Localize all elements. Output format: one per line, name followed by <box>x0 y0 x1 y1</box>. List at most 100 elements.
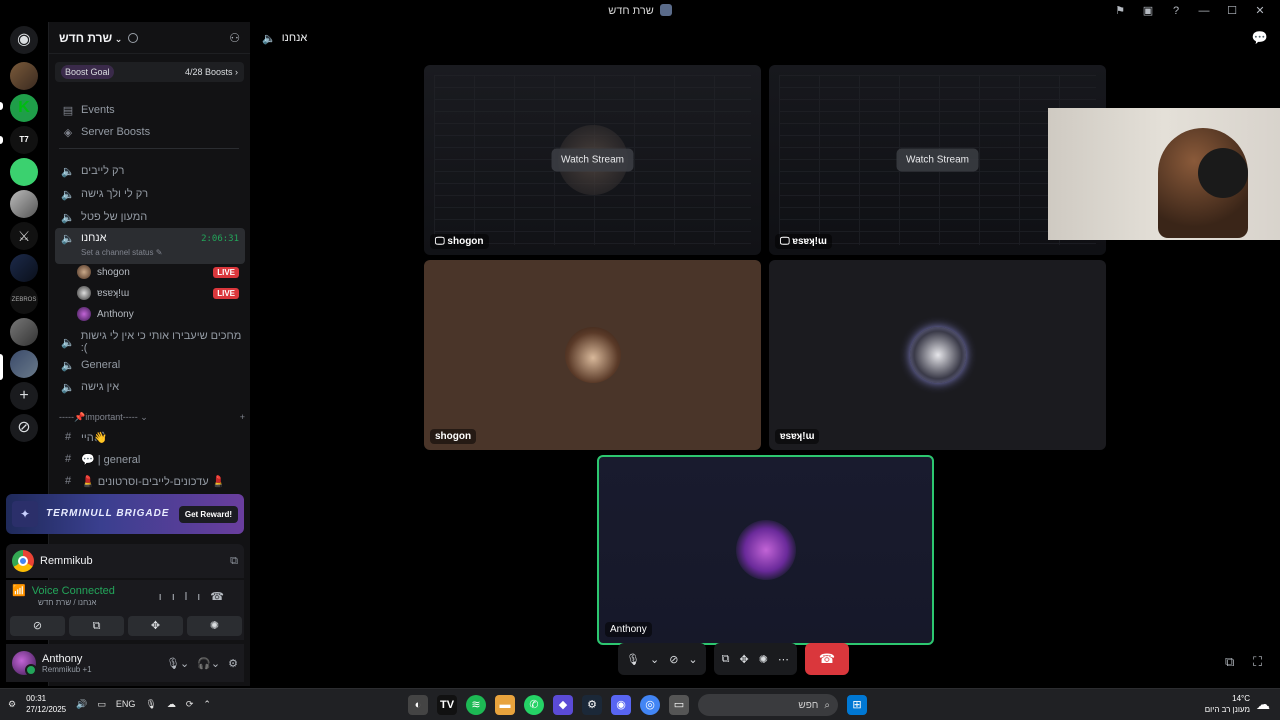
category-name: -----📌important----- ⌄ <box>59 412 148 422</box>
server-icon-sword[interactable]: ⚔ <box>10 222 38 250</box>
text-channel-1[interactable]: # 💬 | general <box>55 449 245 469</box>
user-tile-anthony[interactable]: Anthony <box>597 455 934 645</box>
camera-toggle-button[interactable]: ⊘ <box>10 616 65 636</box>
soundboard-button[interactable]: ✺ <box>187 616 242 636</box>
chevron-down-icon[interactable]: ⌄ <box>650 653 659 666</box>
cloud-tray-icon[interactable]: ☁ <box>167 699 176 710</box>
inbox-icon[interactable]: ▣ <box>1136 3 1160 19</box>
taskbar-app-icon[interactable]: ◐ <box>408 695 428 715</box>
more-icon[interactable]: ⋯ <box>778 653 789 666</box>
voice-channel-active[interactable]: 🔈 אנחנו 2:06:31 Set a channel status ✎ <box>55 228 245 264</box>
sync-tray-icon[interactable]: ⟳ <box>186 699 194 710</box>
server-icon-photo[interactable] <box>10 318 38 346</box>
chrome-taskbar-icon[interactable]: ◎ <box>640 695 660 715</box>
voice-channel-2[interactable]: 🔈 המעון של פטל <box>55 207 245 227</box>
server-icon-k[interactable]: K <box>10 94 38 122</box>
steam-icon[interactable]: ⚙ <box>582 695 602 715</box>
discord-home-icon[interactable]: ◉ <box>10 26 38 54</box>
add-server-icon[interactable]: + <box>10 382 38 410</box>
voice-channel-5[interactable]: 🔈 General <box>55 355 245 375</box>
channel-status[interactable]: Set a channel status ✎ <box>81 248 162 257</box>
disconnect-icon[interactable]: ☎ <box>210 591 234 603</box>
chat-bubble-icon[interactable]: 💬 <box>1252 30 1268 46</box>
voice-channel-0[interactable]: 🔈 רק לייבים <box>55 161 245 181</box>
share-screen-icon[interactable]: ⧉ <box>722 653 730 666</box>
promo-banner[interactable]: ✦ TERMINULL BRIGADE Get Reward! <box>6 494 244 534</box>
voice-member[interactable]: ɐsɐʞ!ɯ LIVE <box>77 284 245 302</box>
server-icon[interactable] <box>10 62 38 90</box>
server-icon-blue[interactable] <box>10 254 38 282</box>
voice-member[interactable]: shogon LIVE <box>77 263 245 281</box>
user-tile-emisa[interactable]: ɐsɐʞ!ɯ <box>769 260 1106 450</box>
headphones-icon[interactable]: 🎧⌄ <box>197 657 220 670</box>
discover-icon[interactable]: ⊘ <box>10 414 38 442</box>
server-icon-green[interactable] <box>10 158 38 186</box>
windows-start-icon[interactable]: ⊞ <box>847 695 867 715</box>
share-screen-button[interactable]: ⧉ <box>69 616 124 636</box>
voice-channel-6[interactable]: 🔈 אין גישה <box>55 377 245 397</box>
server-icon-text[interactable]: ZEBROS <box>10 286 38 314</box>
text-channel-0[interactable]: # היי👋 <box>55 427 245 447</box>
settings-tray-icon[interactable]: ⚙ <box>8 699 16 710</box>
server-icon-active[interactable] <box>10 350 38 378</box>
activities-icon[interactable]: ✥ <box>739 653 748 666</box>
microphone-icon[interactable]: 🎙 <box>626 653 640 666</box>
watch-stream-button[interactable]: Watch Stream <box>896 148 979 172</box>
voice-status-text: Voice Connected <box>31 584 115 597</box>
add-member-icon[interactable]: ⚇ <box>229 31 240 45</box>
file-explorer-icon[interactable]: ▬ <box>495 695 515 715</box>
brand-logo-icon: ✦ <box>12 501 38 527</box>
avatar[interactable] <box>12 651 37 676</box>
server-header[interactable]: שרת חדש ⌄ ⚇ <box>49 22 250 54</box>
user-name: Anthony <box>42 652 83 665</box>
maximize-button[interactable]: ☐ <box>1220 3 1244 19</box>
spotify-icon[interactable]: ≋ <box>466 695 486 715</box>
close-button[interactable]: ✕ <box>1248 3 1272 19</box>
help-icon[interactable]: ? <box>1164 3 1188 19</box>
events-link[interactable]: ▤ Events <box>55 100 245 120</box>
inbox-flag-icon[interactable]: ⚑ <box>1108 3 1132 19</box>
server-boosts-link[interactable]: ◈ Server Boosts <box>55 122 245 142</box>
watch-stream-button[interactable]: Watch Stream <box>551 148 634 172</box>
user-tile-shogon[interactable]: shogon <box>424 260 761 450</box>
soundboard-icon[interactable]: ✺ <box>759 653 768 666</box>
voice-channel-1[interactable]: 🔈 רק לי ולך גישה <box>55 184 245 204</box>
hang-up-button[interactable]: ☎ <box>804 643 849 675</box>
text-channel-2[interactable]: # 💄 עדכונים-לייבים-וסרטונים 💄 <box>55 471 245 491</box>
stream-tile-shogon[interactable]: Watch Stream 🖵 shogon <box>424 65 761 255</box>
noise-suppression-icon[interactable]: ıılı <box>159 591 211 603</box>
voice-channel-4[interactable]: 🔈 מחכים שיעבירו אותי כי אין לי גישות :( <box>55 330 245 354</box>
chevron-up-icon[interactable]: ⌃ <box>203 699 211 710</box>
boost-goal-bar[interactable]: Boost Goal 4/28 Boosts › <box>55 62 244 82</box>
user-activity: Remmikub +1 <box>42 664 92 674</box>
server-icon-israel[interactable]: T7 <box>10 126 38 154</box>
camera-off-icon[interactable]: ⊘ <box>669 653 678 666</box>
taskbar-search[interactable]: חפש ⌕ <box>698 694 838 716</box>
weather-widget[interactable]: 14°C מעונן רב היום ☁ <box>1205 693 1270 715</box>
tradingview-icon[interactable]: TV <box>437 695 457 715</box>
network-icon[interactable]: ▭ <box>97 699 106 710</box>
activities-button[interactable]: ✥ <box>128 616 183 636</box>
category-header[interactable]: -----📌important----- ⌄ + <box>59 412 245 423</box>
microphone-tray-icon[interactable]: 🎙 <box>145 699 156 710</box>
app-icon <box>659 4 672 16</box>
microphone-icon[interactable]: 🎙⌄ <box>166 657 189 670</box>
screen-share-icon[interactable]: ⧉ <box>230 555 238 568</box>
volume-icon[interactable]: 🔊 <box>76 699 87 710</box>
voice-member[interactable]: Anthony <box>77 305 245 323</box>
gear-icon[interactable]: ⚙ <box>228 657 238 670</box>
clock[interactable]: 00:31 27/12/2025 <box>26 693 66 715</box>
chevron-down-icon[interactable]: ⌄ <box>688 653 697 666</box>
add-channel-icon[interactable]: + <box>240 412 245 423</box>
whatsapp-icon[interactable]: ✆ <box>524 695 544 715</box>
language-indicator[interactable]: ENG <box>116 699 136 709</box>
window-app-icon[interactable]: ▭ <box>669 695 689 715</box>
server-name[interactable]: שרת חדש ⌄ <box>59 31 139 45</box>
app-diamond-icon[interactable]: ◆ <box>553 695 573 715</box>
server-icon-grey[interactable] <box>10 190 38 218</box>
minimize-button[interactable]: — <box>1192 3 1216 19</box>
discord-taskbar-icon[interactable]: ◉ <box>611 695 631 715</box>
get-reward-button[interactable]: Get Reward! <box>178 505 238 523</box>
popout-icon[interactable]: ⧉ <box>1225 654 1234 670</box>
fullscreen-icon[interactable]: ⛶ <box>1253 654 1262 670</box>
